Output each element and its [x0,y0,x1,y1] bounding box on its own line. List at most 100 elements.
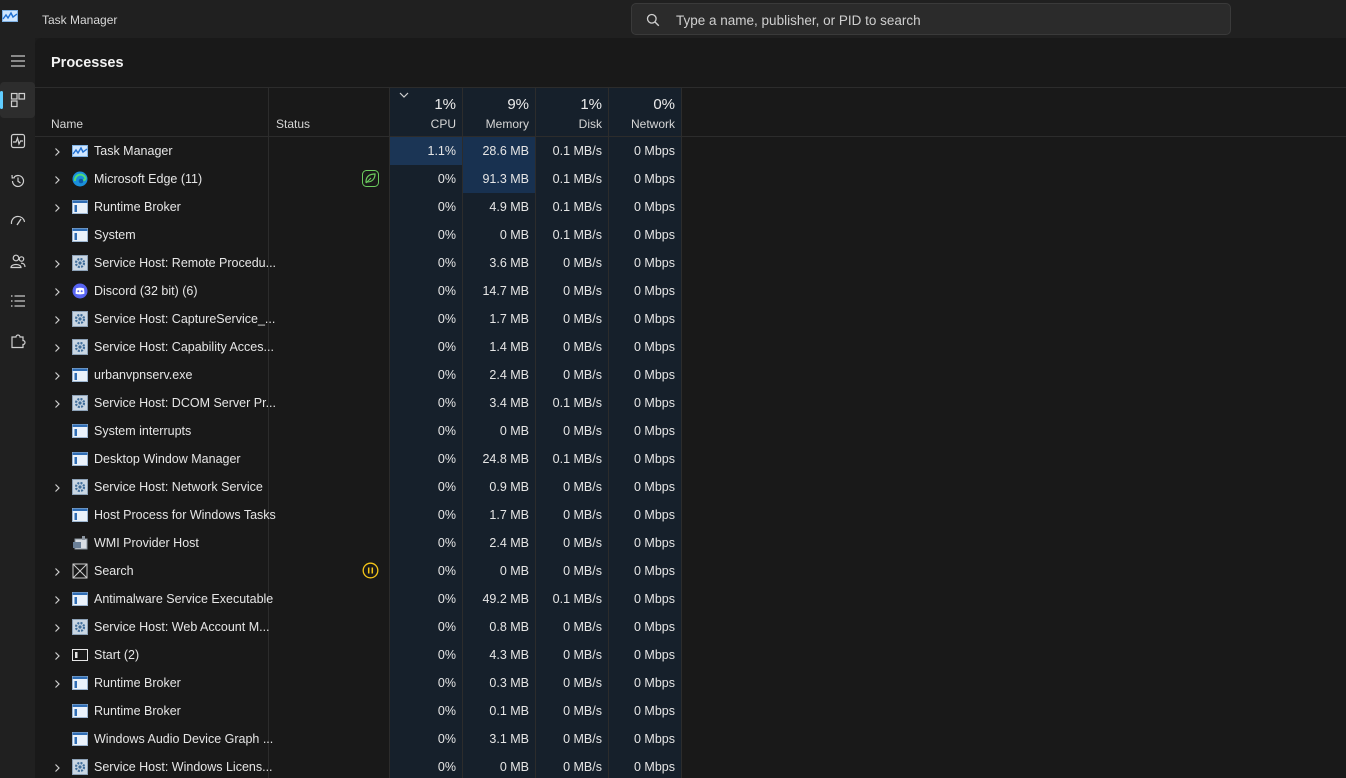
table-row[interactable]: Start (2) 0% 4.3 MB 0 MB/s 0 Mbps [35,641,1346,669]
table-row[interactable]: System interrupts 0% 0 MB 0 MB/s 0 Mbps [35,417,1346,445]
expand-chevron-icon[interactable] [52,398,62,408]
memory-value: 0.9 MB [489,480,529,494]
expand-chevron-icon[interactable] [52,202,62,212]
cpu-value: 0% [437,200,456,214]
memory-value: 3.4 MB [489,396,529,410]
disk-value: 0.1 MB/s [552,144,602,158]
hamburger-icon [10,55,25,67]
cpu-value: 0% [437,732,456,746]
service-gear-icon [72,311,88,327]
expand-chevron-icon[interactable] [52,678,62,688]
network-value: 0 Mbps [634,480,675,494]
expand-chevron-icon[interactable] [52,370,62,380]
network-value: 0 Mbps [634,144,675,158]
network-value: 0 Mbps [634,284,675,298]
table-row[interactable]: Service Host: Web Account M... 0% 0.8 MB 0 … [35,613,1346,641]
column-header-network[interactable]: 0% Network [609,88,681,136]
expand-chevron-icon[interactable] [52,622,62,632]
memory-value: 4.3 MB [489,648,529,662]
table-row[interactable]: Runtime Broker 0% 4.9 MB 0.1 MB/s 0 Mbps [35,193,1346,221]
table-row[interactable]: urbanvpnserv.exe 0% 2.4 MB 0 MB/s 0 Mbps [35,361,1346,389]
table-row[interactable]: Desktop Window Manager 0% 24.8 MB 0.1 MB/s 0… [35,445,1346,473]
nav-startup-apps[interactable] [0,203,35,239]
expand-chevron-icon[interactable] [52,314,62,324]
column-header-cpu[interactable]: 1% CPU [390,88,462,136]
column-header-disk[interactable]: 1% Disk [536,88,608,136]
table-row[interactable]: Discord (32 bit) (6) 0% 14.7 MB 0 MB/s 0 Mbp… [35,277,1346,305]
process-name: Start (2) [94,648,140,662]
hamburger-menu-button[interactable] [0,43,35,79]
processes-page: Processes Name Status 1% CPU 9% Memory 1… [35,38,1346,778]
disk-value: 0 MB/s [563,368,602,382]
network-value: 0 Mbps [634,256,675,270]
table-row[interactable]: Service Host: Windows Licens... 0% 0 MB 0 M… [35,753,1346,778]
expand-chevron-icon[interactable] [52,286,62,296]
nav-performance[interactable] [0,123,35,159]
cpu-value: 0% [437,172,456,186]
table-row[interactable]: Service Host: Network Service 0% 0.9 MB 0 M… [35,473,1346,501]
title-bar: Task Manager [0,0,1346,38]
network-value: 0 Mbps [634,396,675,410]
nav-details[interactable] [0,283,35,319]
search-input[interactable] [676,9,1216,31]
discord-icon [72,283,88,299]
disk-value: 0 MB/s [563,312,602,326]
disk-value: 0 MB/s [563,620,602,634]
table-row[interactable]: System 0% 0 MB 0.1 MB/s 0 Mbps [35,221,1346,249]
column-header-status[interactable]: Status [269,88,389,136]
expand-chevron-icon[interactable] [52,174,62,184]
column-header-memory[interactable]: 9% Memory [463,88,535,136]
disk-value: 0.1 MB/s [552,172,602,186]
expand-chevron-icon[interactable] [52,650,62,660]
disk-total: 1% [580,96,602,113]
network-value: 0 Mbps [634,648,675,662]
expand-chevron-icon[interactable] [52,342,62,352]
table-row[interactable]: Host Process for Windows Tasks 0% 1.7 MB 0 … [35,501,1346,529]
service-gear-icon [72,339,88,355]
expand-chevron-icon[interactable] [52,594,62,604]
network-value: 0 Mbps [634,424,675,438]
cpu-value: 0% [437,340,456,354]
nav-app-history[interactable] [0,163,35,199]
page-title: Processes [51,55,124,71]
expand-chevron-icon[interactable] [52,482,62,492]
nav-processes[interactable] [0,82,35,118]
table-row[interactable]: Windows Audio Device Graph ... 0% 3.1 MB 0 … [35,725,1346,753]
column-header-name[interactable]: Name [35,88,268,136]
process-name: System [94,228,136,242]
table-row[interactable]: Search 0% 0 MB 0 MB/s 0 Mbps [35,557,1346,585]
table-row[interactable]: Task Manager 1.1% 28.6 MB 0.1 MB/s 0 Mbps [35,137,1346,165]
expand-chevron-icon[interactable] [52,258,62,268]
table-row[interactable]: Microsoft Edge (11) 0% 91.3 MB 0.1 MB/s 0 Mb… [35,165,1346,193]
table-row[interactable]: Service Host: DCOM Server Pr... 0% 3.4 MB 0… [35,389,1346,417]
process-table: Task Manager 1.1% 28.6 MB 0.1 MB/s 0 Mbps Mic… [35,137,1346,778]
nav-users[interactable] [0,243,35,279]
expand-chevron-icon[interactable] [52,566,62,576]
disk-value: 0.1 MB/s [552,200,602,214]
disk-value: 0 MB/s [563,508,602,522]
disk-value: 0.1 MB/s [552,452,602,466]
start-app-icon [72,647,88,663]
expand-chevron-icon[interactable] [52,146,62,156]
cpu-value: 0% [437,592,456,606]
table-row[interactable]: Runtime Broker 0% 0.1 MB 0 MB/s 0 Mbps [35,697,1346,725]
nav-services[interactable] [0,323,35,359]
search-box[interactable] [631,3,1231,35]
table-row[interactable]: Service Host: Capability Acces... 0% 1.4 M… [35,333,1346,361]
service-gear-icon [72,759,88,775]
process-name: Service Host: Windows Licens... [94,760,273,774]
table-row[interactable]: Service Host: CaptureService_... 0% 1.7 MB… [35,305,1346,333]
table-row[interactable]: Antimalware Service Executable 0% 49.2 MB 0… [35,585,1346,613]
network-value: 0 Mbps [634,228,675,242]
expand-chevron-icon[interactable] [52,762,62,772]
table-row[interactable]: Service Host: Remote Procedu... 0% 3.6 MB 0… [35,249,1346,277]
process-name: urbanvpnserv.exe [94,368,193,382]
table-row[interactable]: Runtime Broker 0% 0.3 MB 0 MB/s 0 Mbps [35,669,1346,697]
table-row[interactable]: WMI Provider Host 0% 2.4 MB 0 MB/s 0 Mbps [35,529,1346,557]
column-label-status: Status [276,117,311,131]
paused-icon [362,562,379,579]
process-name: Service Host: Remote Procedu... [94,256,277,270]
service-gear-icon [72,479,88,495]
processes-icon [10,92,25,108]
process-name: Runtime Broker [94,200,181,214]
